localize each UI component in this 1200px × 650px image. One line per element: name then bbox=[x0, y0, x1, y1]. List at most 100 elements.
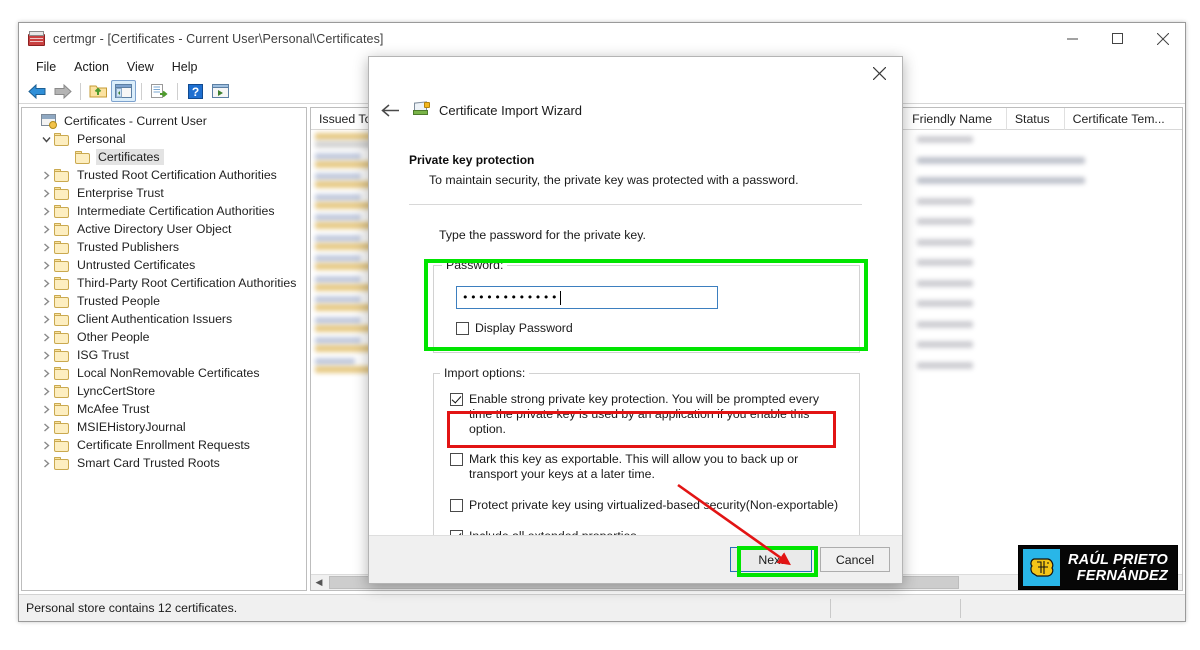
mark-key-exportable-checkbox[interactable] bbox=[450, 453, 463, 466]
close-icon[interactable] bbox=[858, 59, 900, 87]
sidebar-item-enterprise-trust[interactable]: Enterprise Trust bbox=[26, 184, 306, 202]
folder-icon bbox=[54, 349, 70, 362]
chevron-right-icon[interactable] bbox=[39, 400, 54, 418]
minimize-icon[interactable] bbox=[1050, 23, 1095, 54]
svg-text:?: ? bbox=[192, 85, 199, 99]
chevron-right-icon[interactable] bbox=[39, 364, 54, 382]
chevron-right-icon[interactable] bbox=[39, 238, 54, 256]
column-header-certificate-template[interactable]: Certificate Tem... bbox=[1065, 108, 1182, 130]
menu-help[interactable]: Help bbox=[163, 57, 207, 78]
chevron-right-icon[interactable] bbox=[39, 436, 54, 454]
wizard-body: Private key protection To maintain secur… bbox=[369, 131, 902, 535]
sidebar-item-trusted-people[interactable]: Trusted People bbox=[26, 292, 306, 310]
column-header-status[interactable]: Status bbox=[1007, 108, 1065, 130]
forward-icon[interactable] bbox=[50, 80, 75, 102]
sidebar-item-mcafee-trust[interactable]: McAfee Trust bbox=[26, 400, 306, 418]
scroll-left-icon[interactable]: ◀ bbox=[311, 575, 327, 591]
sidebar-item-certificates[interactable]: Certificates bbox=[26, 148, 306, 166]
menu-action[interactable]: Action bbox=[65, 57, 118, 78]
column-header-friendly-name[interactable]: Friendly Name bbox=[904, 108, 1007, 130]
display-password-row[interactable]: Display Password bbox=[456, 321, 849, 336]
menu-file[interactable]: File bbox=[27, 57, 65, 78]
chevron-right-icon[interactable] bbox=[39, 292, 54, 310]
import-options-group: Import options: Enable strong private ke… bbox=[433, 373, 860, 561]
show-hide-tree-icon[interactable] bbox=[111, 80, 136, 102]
import-options-legend: Import options: bbox=[440, 366, 529, 380]
window-titlebar: certmgr - [Certificates - Current User\P… bbox=[19, 23, 1185, 55]
chevron-right-icon[interactable] bbox=[39, 202, 54, 220]
folder-icon bbox=[54, 403, 70, 416]
sidebar-item-smart-card-trusted-roots[interactable]: Smart Card Trusted Roots bbox=[26, 454, 306, 472]
chevron-right-icon[interactable] bbox=[39, 220, 54, 238]
chevron-right-icon[interactable] bbox=[39, 310, 54, 328]
folder-icon bbox=[54, 187, 70, 200]
status-section-2 bbox=[830, 599, 960, 618]
sidebar-item-label: Trusted Root Certification Authorities bbox=[75, 167, 281, 183]
sidebar-item-trusted-publishers[interactable]: Trusted Publishers bbox=[26, 238, 306, 256]
sidebar-item-label: ISG Trust bbox=[75, 347, 133, 363]
menu-view[interactable]: View bbox=[118, 57, 163, 78]
help-icon[interactable]: ? bbox=[183, 80, 208, 102]
chevron-right-icon[interactable] bbox=[39, 166, 54, 184]
certificate-store-tree: Certificates - Current User Personal Cer… bbox=[22, 108, 306, 472]
text-caret bbox=[560, 291, 561, 305]
display-password-checkbox[interactable] bbox=[456, 322, 469, 335]
sidebar-item-trusted-root-ca[interactable]: Trusted Root Certification Authorities bbox=[26, 166, 306, 184]
chevron-right-icon[interactable] bbox=[39, 184, 54, 202]
close-icon[interactable] bbox=[1140, 23, 1185, 54]
folder-icon bbox=[54, 367, 70, 380]
maximize-icon[interactable] bbox=[1095, 23, 1140, 54]
chevron-right-icon[interactable] bbox=[39, 274, 54, 292]
sidebar-item-local-nonremovable-certificates[interactable]: Local NonRemovable Certificates bbox=[26, 364, 306, 382]
chevron-right-icon[interactable] bbox=[39, 454, 54, 472]
tree-leaf-spacer bbox=[60, 148, 75, 166]
option-mark-key-exportable[interactable]: Mark this key as exportable. This will a… bbox=[450, 452, 849, 482]
sidebar-item-client-authentication-issuers[interactable]: Client Authentication Issuers bbox=[26, 310, 306, 328]
password-value: •••••••••••• bbox=[462, 292, 559, 303]
properties-icon[interactable] bbox=[208, 80, 233, 102]
password-input[interactable]: •••••••••••• bbox=[456, 286, 718, 309]
toolbar-separator-3 bbox=[177, 83, 178, 100]
sidebar-item-isg-trust[interactable]: ISG Trust bbox=[26, 346, 306, 364]
chevron-right-icon[interactable] bbox=[39, 328, 54, 346]
option-protect-virtualized-security[interactable]: Protect private key using virtualized-ba… bbox=[450, 498, 849, 513]
folder-icon bbox=[54, 385, 70, 398]
sidebar-item-personal[interactable]: Personal bbox=[26, 130, 306, 148]
folder-icon bbox=[54, 313, 70, 326]
protect-virtualized-security-label: Protect private key using virtualized-ba… bbox=[469, 498, 841, 513]
up-folder-icon[interactable] bbox=[86, 80, 111, 102]
password-group: Password: •••••••••••• Display Password bbox=[433, 265, 860, 353]
status-section-3 bbox=[960, 599, 1185, 618]
folder-icon bbox=[54, 331, 70, 344]
tree-root-node[interactable]: Certificates - Current User bbox=[26, 112, 306, 130]
enable-strong-protection-checkbox[interactable] bbox=[450, 393, 463, 406]
sidebar-item-msiehistoryjournal[interactable]: MSIEHistoryJournal bbox=[26, 418, 306, 436]
chevron-right-icon[interactable] bbox=[39, 382, 54, 400]
folder-icon bbox=[75, 151, 91, 164]
sidebar-item-lynccertstore[interactable]: LyncCertStore bbox=[26, 382, 306, 400]
sidebar-item-label: Third-Party Root Certification Authoriti… bbox=[75, 275, 300, 291]
sidebar-item-third-party-root-ca[interactable]: Third-Party Root Certification Authoriti… bbox=[26, 274, 306, 292]
sidebar-item-active-directory-user-object[interactable]: Active Directory User Object bbox=[26, 220, 306, 238]
back-arrow-icon[interactable] bbox=[377, 97, 403, 123]
sidebar-item-other-people[interactable]: Other People bbox=[26, 328, 306, 346]
protect-virtualized-security-checkbox[interactable] bbox=[450, 499, 463, 512]
next-button[interactable]: Next bbox=[730, 547, 812, 572]
watermark-line1: RAÚL PRIETO bbox=[1068, 552, 1168, 568]
chevron-right-icon[interactable] bbox=[39, 418, 54, 436]
sidebar-item-certificate-enrollment-requests[interactable]: Certificate Enrollment Requests bbox=[26, 436, 306, 454]
console-tree-pane[interactable]: Certificates - Current User Personal Cer… bbox=[21, 107, 307, 591]
sidebar-item-untrusted-certificates[interactable]: Untrusted Certificates bbox=[26, 256, 306, 274]
watermark-text: RAÚL PRIETO FERNÁNDEZ bbox=[1068, 552, 1168, 584]
back-icon[interactable] bbox=[25, 80, 50, 102]
sidebar-item-label: Trusted People bbox=[75, 293, 164, 309]
chevron-down-icon[interactable] bbox=[39, 130, 54, 148]
chevron-right-icon[interactable] bbox=[39, 346, 54, 364]
chevron-right-icon[interactable] bbox=[39, 256, 54, 274]
option-enable-strong-protection[interactable]: Enable strong private key protection. Yo… bbox=[450, 392, 849, 437]
sidebar-item-intermediate-ca[interactable]: Intermediate Certification Authorities bbox=[26, 202, 306, 220]
tree-root-spacer bbox=[26, 112, 41, 130]
export-list-icon[interactable] bbox=[147, 80, 172, 102]
cancel-button[interactable]: Cancel bbox=[820, 547, 890, 572]
folder-icon bbox=[54, 169, 70, 182]
